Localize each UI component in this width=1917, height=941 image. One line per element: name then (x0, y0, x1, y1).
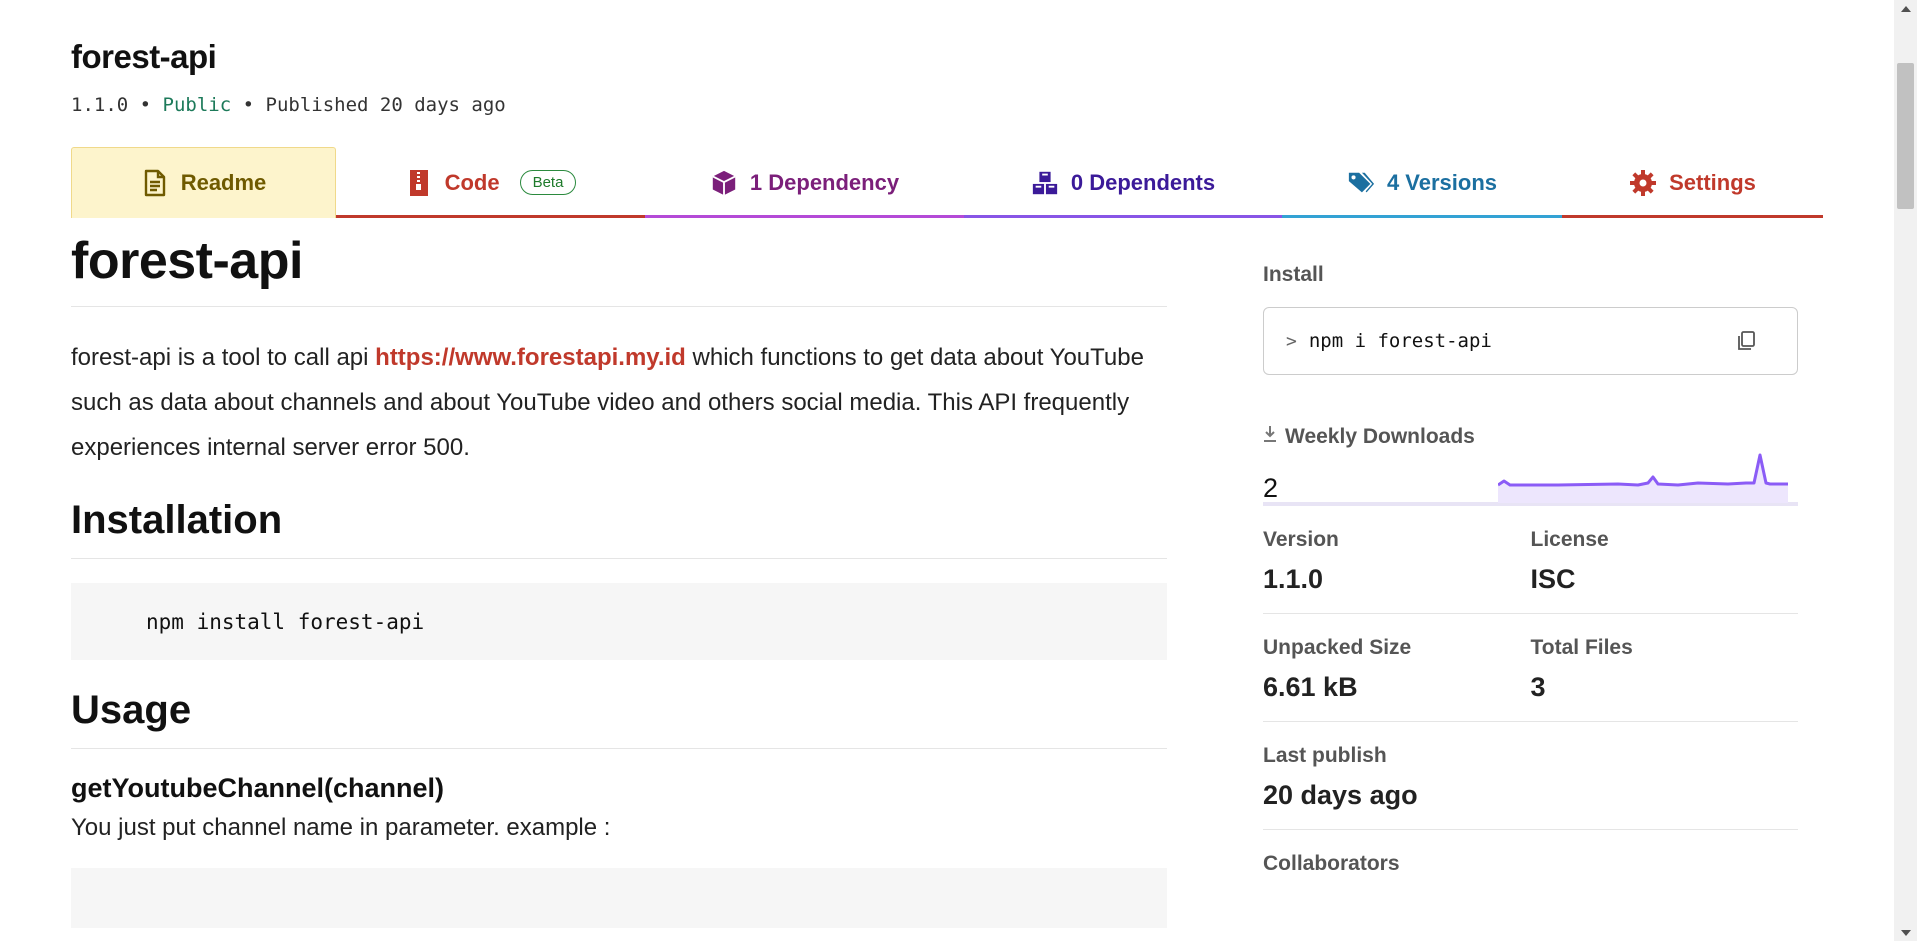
meta-separator: • (231, 94, 266, 116)
license-value: ISC (1530, 564, 1576, 594)
gear-icon (1629, 169, 1657, 197)
copy-icon[interactable] (1735, 330, 1757, 352)
last-publish-row: Last publish 20 days ago (1263, 722, 1798, 830)
package-sidebar: Install > npm i forest-api Weekly Downlo… (1263, 263, 1798, 876)
collaborators-label: Collaborators (1263, 852, 1400, 875)
readme-intro: forest-api is a tool to call api https:/… (71, 335, 1167, 470)
tab-dependency[interactable]: 1 Dependency (645, 147, 964, 218)
scroll-down-arrow-icon[interactable] (1894, 924, 1917, 941)
install-command: npm i forest-api (1308, 330, 1492, 352)
size-files-row: Unpacked Size 6.61 kB Total Files 3 (1263, 614, 1798, 722)
forestapi-link[interactable]: https://www.forestapi.my.id (375, 344, 686, 371)
visibility-label: Public (162, 94, 232, 116)
package-page: forest-api 1.1.0 • Public • Published 20… (0, 0, 1894, 941)
beta-badge: Beta (519, 170, 577, 195)
package-tabs: Readme Code Beta 1 Dependency 0 Dependen… (71, 147, 1823, 218)
tab-label: Code (444, 169, 500, 195)
total-files-cell: Total Files 3 (1531, 636, 1799, 703)
box-icon (710, 169, 738, 197)
version-label: Version (1263, 528, 1339, 551)
tab-label: 4 Versions (1386, 169, 1498, 195)
tab-settings[interactable]: Settings (1562, 147, 1823, 218)
published-date: Published 20 days ago (265, 94, 506, 116)
usage-heading: Usage (71, 686, 1167, 750)
tab-versions[interactable]: 4 Versions (1282, 147, 1562, 218)
last-publish-label: Last publish (1263, 744, 1387, 767)
example-code-block (71, 868, 1167, 929)
tab-code[interactable]: Code Beta (336, 147, 645, 218)
scrollbar-thumb[interactable] (1897, 63, 1914, 209)
license-label: License (1530, 528, 1609, 551)
tab-label: 0 Dependents (1070, 169, 1216, 195)
version-license-row: Version 1.1.0 License ISC (1263, 506, 1798, 614)
version-cell: Version 1.1.0 (1263, 528, 1531, 595)
unpacked-size-cell: Unpacked Size 6.61 kB (1263, 636, 1531, 703)
license-cell: License ISC (1531, 528, 1799, 595)
package-version: 1.1.0 (71, 94, 129, 116)
last-publish-value: 20 days ago (1263, 780, 1418, 810)
total-files-value: 3 (1530, 672, 1546, 702)
vertical-scrollbar[interactable] (1894, 0, 1917, 941)
weekly-downloads-count: 2 (1263, 473, 1279, 503)
weekly-downloads-label: Weekly Downloads (1285, 425, 1475, 448)
meta-separator: • (128, 94, 163, 116)
readme-content: forest-api forest-api is a tool to call … (71, 230, 1167, 929)
download-icon (1263, 425, 1277, 449)
boxes-icon (1031, 169, 1059, 197)
intro-text: forest-api is a tool to call api (71, 344, 376, 372)
unpacked-size-label: Unpacked Size (1263, 636, 1412, 659)
method-description: You just put channel name in parameter. … (71, 814, 611, 842)
tab-dependents[interactable]: 0 Dependents (964, 147, 1282, 218)
file-zip-icon (405, 169, 433, 197)
install-command-box[interactable]: > npm i forest-api (1263, 307, 1798, 375)
tab-label: 1 Dependency (749, 169, 900, 195)
install-code: npm install forest-api (146, 609, 425, 634)
unpacked-size-value: 6.61 kB (1263, 672, 1358, 702)
collaborators-section: Collaborators (1263, 830, 1798, 876)
tags-icon (1347, 169, 1375, 197)
readme-title: forest-api (71, 230, 1167, 308)
method-heading: getYoutubeChannel(channel) (71, 773, 445, 804)
prompt-icon: > (1286, 330, 1297, 352)
total-files-label: Total Files (1530, 636, 1633, 659)
installation-heading: Installation (71, 496, 1167, 560)
install-label: Install (1263, 263, 1324, 286)
weekly-downloads-row: 2 (1263, 453, 1798, 506)
version-value: 1.1.0 (1263, 564, 1324, 594)
tab-label: Settings (1669, 169, 1756, 195)
package-meta: 1.1.0 • Public • Published 20 days ago (71, 94, 506, 116)
tab-label: Readme (180, 170, 267, 195)
install-code-block: npm install forest-api (71, 583, 1167, 661)
scroll-up-arrow-icon[interactable] (1894, 0, 1917, 17)
downloads-sparkline (1498, 453, 1788, 503)
package-name: forest-api (71, 38, 217, 75)
file-text-icon (141, 169, 169, 197)
tab-readme[interactable]: Readme (71, 147, 336, 218)
